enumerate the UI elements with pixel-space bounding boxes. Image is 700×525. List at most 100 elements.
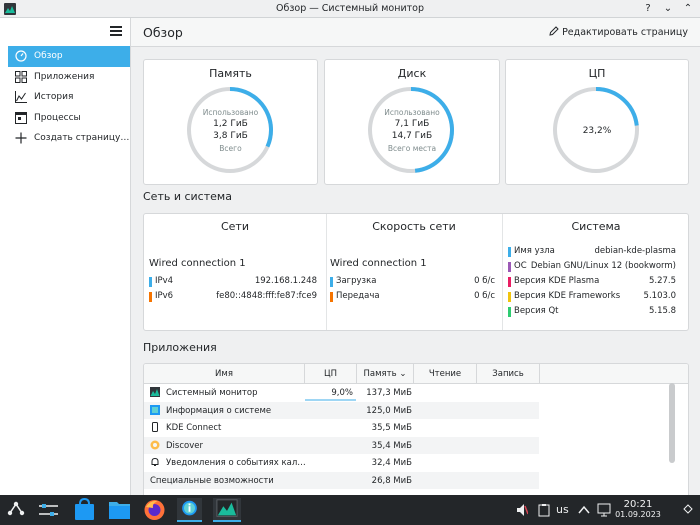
clock-time: 20:21 [623, 499, 653, 510]
minimize-button[interactable]: ⌄ [660, 1, 676, 17]
table-row[interactable]: KDE Connect 35,5 МиБ [144, 419, 539, 437]
system-row-value: debian-kde-plasma [594, 246, 676, 256]
edit-page-button[interactable]: Редактировать страницу [549, 26, 688, 38]
system-settings-icon[interactable] [36, 498, 61, 522]
hamburger-menu-icon[interactable] [110, 26, 122, 36]
cpu-title: ЦП [588, 67, 606, 80]
app-name: KDE Connect [166, 423, 222, 433]
cpu-card: ЦП 23,2% [505, 59, 689, 185]
disk-total-label: Всего места [387, 144, 437, 153]
app-name: Системный монитор [166, 388, 258, 398]
hostname-color-bar [508, 247, 511, 257]
networks-connection-name: Wired connection 1 [149, 258, 246, 269]
upload-color-bar [330, 292, 333, 302]
maximize-button[interactable]: ⌃ [680, 1, 696, 17]
taskbar-item-system-monitor[interactable] [213, 498, 241, 522]
download-color-bar [330, 277, 333, 287]
volume-muted-icon[interactable] [516, 503, 528, 517]
system-row-value: Debian GNU/Linux 12 (bookworm) [530, 261, 676, 271]
gauge-icon [15, 50, 27, 62]
column-header-read[interactable]: Чтение [414, 364, 477, 384]
clipboard-icon[interactable] [538, 503, 550, 517]
table-row[interactable]: Уведомления о событиях кал… 32,4 МиБ [144, 454, 539, 472]
close-button[interactable] [695, 1, 700, 17]
column-header-name[interactable]: Имя [144, 364, 305, 384]
column-header-filler [540, 364, 688, 384]
download-row: Загрузка 0 б/с [330, 276, 495, 288]
app-memory: 125,0 МиБ [366, 405, 412, 416]
tray-expand-icon[interactable] [578, 504, 590, 516]
ipv4-label: IPv4 [155, 276, 174, 286]
apps-scrollbar[interactable] [669, 383, 675, 463]
disk-total-value: 14,7 ГиБ [391, 131, 433, 141]
system-row-label: Версия KDE Plasma [514, 276, 600, 286]
info-center-icon [150, 404, 160, 415]
app-cpu-bar [305, 398, 356, 401]
help-button[interactable]: ? [640, 1, 656, 17]
file-manager-icon[interactable] [107, 498, 132, 522]
disk-card: Диск Использовано 7,1 ГиБ 14,7 ГиБ Всего… [324, 59, 500, 185]
taskbar: us 20:21 01.09.2023 [0, 495, 700, 525]
sidebar-item-label: История [34, 92, 74, 102]
app-launcher-icon[interactable] [4, 498, 29, 522]
memory-total-value: 3,8 ГиБ [213, 131, 248, 141]
window-title: Обзор — Системный монитор [276, 3, 424, 14]
bell-icon [151, 457, 159, 466]
apps-section-title: Приложения [143, 341, 217, 354]
column-header-memory[interactable]: Память ⌄ [357, 364, 414, 384]
taskbar-clock[interactable]: 20:21 01.09.2023 [612, 499, 664, 519]
pencil-icon [549, 26, 559, 36]
sidebar-item-applications[interactable]: Приложения [8, 67, 130, 88]
sidebar-item-overview[interactable]: Обзор [8, 46, 130, 67]
networks-title: Сети [220, 220, 249, 233]
ipv6-label: IPv6 [155, 291, 174, 301]
sidebar-item-label: Процессы [34, 112, 81, 123]
ipv6-row: IPv6 fe80::4848:fff:fe87:fce9 [149, 291, 317, 303]
table-row[interactable]: Discover 35,4 МиБ [144, 436, 539, 454]
system-row-label: ОС [514, 261, 527, 271]
taskbar-item-info-center[interactable] [177, 498, 202, 522]
app-memory: 26,8 МиБ [371, 475, 412, 486]
column-header-cpu[interactable]: ЦП [305, 364, 357, 384]
keyboard-layout-indicator[interactable]: us [556, 503, 569, 516]
ipv6-value: fe80::4848:fff:fe87:fce9 [216, 291, 317, 301]
system-row-qt: Версия Qt 5.15.8 [508, 306, 676, 318]
system-row-value: 5.15.8 [648, 306, 676, 316]
app-memory: 32,4 МиБ [371, 458, 412, 468]
sidebar-item-history[interactable]: История [8, 87, 130, 108]
memory-used-label: Использовано [202, 108, 259, 117]
page-header: Обзор Редактировать страницу [131, 18, 700, 47]
window-titlebar[interactable]: Обзор — Системный монитор ? ⌄ ⌃ [0, 0, 700, 18]
column-header-write[interactable]: Запись [477, 364, 540, 384]
phone-icon [152, 422, 158, 432]
discover-store-icon[interactable] [72, 498, 97, 522]
sidebar-item-processes[interactable]: Процессы [8, 108, 130, 129]
ipv4-row: IPv4 192.168.1.248 [149, 276, 317, 288]
network-wired-icon[interactable] [597, 503, 611, 517]
frameworks-color-bar [508, 292, 511, 302]
table-row[interactable]: Системный монитор 9,0% 137,3 МиБ [144, 384, 539, 402]
system-row-os: ОС Debian GNU/Linux 12 (bookworm) [508, 261, 676, 273]
plasma-color-bar [508, 277, 511, 287]
qt-color-bar [508, 307, 511, 317]
disk-used-value: 7,1 ГиБ [394, 119, 430, 129]
firefox-icon[interactable] [142, 498, 167, 522]
table-row[interactable]: Специальные возможности 26,8 МиБ [144, 471, 539, 489]
show-desktop-icon[interactable] [683, 504, 693, 514]
sidebar-item-create-page[interactable]: Создать страницу… [8, 128, 130, 149]
app-memory: 137,3 МиБ [366, 388, 412, 398]
system-row-plasma: Версия KDE Plasma 5.27.5 [508, 276, 676, 288]
discover-icon [150, 440, 160, 449]
main-area: Обзор Редактировать страницу Память Испо… [131, 18, 700, 495]
edit-page-label: Редактировать страницу [562, 27, 688, 38]
table-row[interactable]: Информация о системе 125,0 МиБ [144, 401, 539, 419]
memory-used-value: 1,2 ГиБ [213, 119, 248, 129]
system-row-hostname: Имя узла debian-kde-plasma [508, 246, 676, 258]
system-row-value: 5.27.5 [648, 276, 676, 286]
app-name: Уведомления о событиях кал… [166, 458, 306, 468]
system-title: Система [571, 220, 621, 233]
system-row-label: Версия KDE Frameworks [514, 291, 621, 301]
system-row-label: Версия Qt [514, 306, 559, 316]
sidebar-item-label: Приложения [34, 71, 95, 82]
memory-card: Память Использовано 1,2 ГиБ 3,8 ГиБ Всег… [143, 59, 318, 185]
